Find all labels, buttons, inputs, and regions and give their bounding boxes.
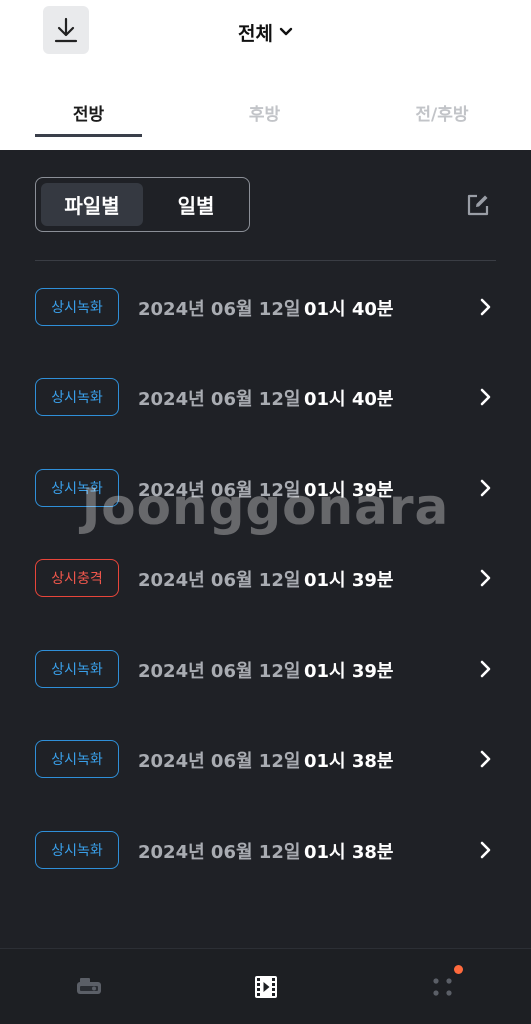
bottom-nav [0, 948, 531, 1024]
nav-recordings[interactable] [177, 949, 354, 1024]
chevron-right-icon [480, 750, 491, 768]
tab-front-rear[interactable]: 전/후방 [388, 88, 496, 138]
record-time: 01시 39분 [304, 480, 394, 501]
nav-more[interactable] [354, 949, 531, 1024]
view-mode-segment: 파일별 일별 [35, 177, 250, 232]
edit-icon [467, 194, 489, 216]
active-tab-indicator [35, 134, 142, 137]
more-dots-icon [432, 978, 452, 996]
chevron-right-icon [480, 569, 491, 587]
record-type-badge: 상시녹화 [35, 740, 119, 778]
list-item[interactable]: 상시녹화 2024년 06월 12일 01시 39분 [0, 443, 531, 533]
chevron-right-icon [480, 660, 491, 678]
record-type-badge: 상시충격 [35, 559, 119, 597]
record-date: 2024년 06월 12일 [138, 570, 301, 591]
record-date: 2024년 06월 12일 [138, 389, 301, 410]
filter-dropdown[interactable]: 전체 [0, 14, 531, 50]
segment-by-day[interactable]: 일별 [146, 183, 246, 226]
list-item[interactable]: 상시녹화 2024년 06월 12일 01시 38분 [0, 714, 531, 804]
record-date: 2024년 06월 12일 [138, 661, 301, 682]
record-date: 2024년 06월 12일 [138, 751, 301, 772]
chevron-right-icon [480, 479, 491, 497]
record-time: 01시 38분 [304, 842, 394, 863]
tab-rear[interactable]: 후방 [211, 88, 318, 138]
record-type-badge: 상시녹화 [35, 831, 119, 869]
chevron-right-icon [480, 388, 491, 406]
dashcam-icon [76, 978, 101, 994]
notification-dot [454, 965, 463, 974]
record-type-badge: 상시녹화 [35, 650, 119, 688]
top-header: 전체 전방 후방 전/후방 [0, 0, 531, 150]
nav-dashcam[interactable] [0, 949, 177, 1024]
record-time: 01시 38분 [304, 751, 394, 772]
list-divider [35, 260, 496, 261]
record-type-badge: 상시녹화 [35, 469, 119, 507]
record-date: 2024년 06월 12일 [138, 299, 301, 320]
chevron-down-icon [279, 27, 293, 36]
record-type-badge: 상시녹화 [35, 288, 119, 326]
record-time: 01시 40분 [304, 299, 394, 320]
record-date: 2024년 06월 12일 [138, 842, 301, 863]
list-item[interactable]: 상시충격 2024년 06월 12일 01시 39분 [0, 533, 531, 623]
record-time: 01시 39분 [304, 570, 394, 591]
record-time: 01시 40분 [304, 389, 394, 410]
record-time: 01시 39분 [304, 661, 394, 682]
chevron-right-icon [480, 841, 491, 859]
film-icon [254, 976, 277, 998]
chevron-right-icon [480, 298, 491, 316]
tab-front[interactable]: 전방 [35, 88, 142, 138]
list-item[interactable]: 상시녹화 2024년 06월 12일 01시 38분 [0, 805, 531, 895]
page-title: 전체 [238, 22, 273, 45]
list-item[interactable]: 상시녹화 2024년 06월 12일 01시 40분 [0, 352, 531, 442]
camera-tabs: 전방 후방 전/후방 [0, 88, 531, 138]
list-item[interactable]: 상시녹화 2024년 06월 12일 01시 40분 [0, 262, 531, 352]
edit-button[interactable] [464, 191, 492, 219]
record-date: 2024년 06월 12일 [138, 480, 301, 501]
record-type-badge: 상시녹화 [35, 378, 119, 416]
list-item[interactable]: 상시녹화 2024년 06월 12일 01시 39분 [0, 624, 531, 714]
segment-by-file[interactable]: 파일별 [41, 183, 143, 226]
